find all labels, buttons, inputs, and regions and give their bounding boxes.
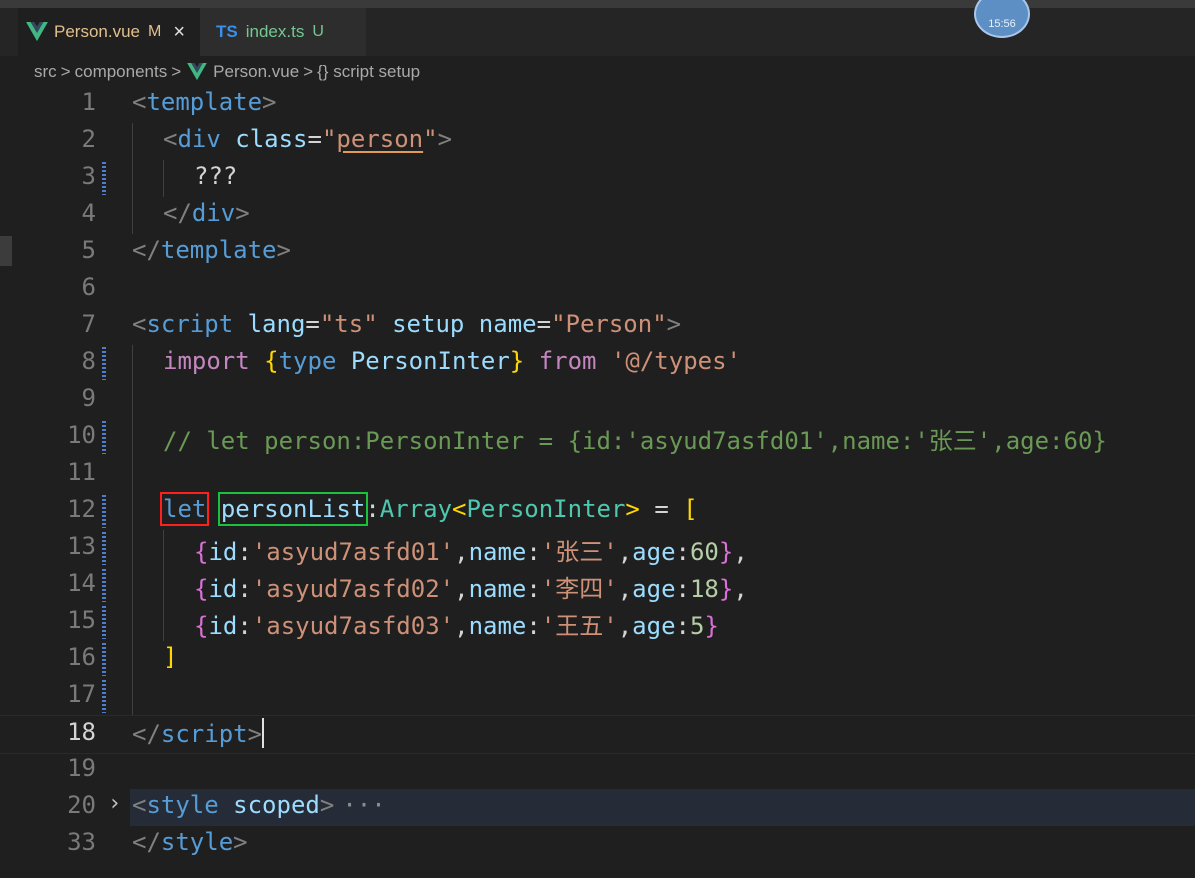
modified-line-indicator xyxy=(102,643,106,676)
line-number: 17 xyxy=(67,680,96,708)
line-number: 8 xyxy=(81,347,96,375)
line-number: 16 xyxy=(67,643,96,671)
line-code: let personList:Array<PersonInter> = [ xyxy=(159,492,698,526)
code-line: 4 </div> xyxy=(0,197,1195,234)
code-line: 7 <script lang="ts" setup name="Person"> xyxy=(0,308,1195,345)
code-line: 16 ] xyxy=(0,641,1195,678)
tab-label: index.ts xyxy=(245,22,305,41)
code-line: 33 </style> xyxy=(0,826,1195,863)
modified-line-indicator xyxy=(102,421,106,454)
line-number: 13 xyxy=(67,532,96,560)
tab-label: Person.vue xyxy=(54,22,140,41)
line-code: </div> xyxy=(163,199,250,227)
modified-line-indicator xyxy=(102,162,106,195)
code-line: 1 <template> xyxy=(0,86,1195,123)
chevron-right-icon: > xyxy=(60,62,71,81)
breadcrumb-symbol[interactable]: {} script setup xyxy=(317,62,420,82)
class-value: person xyxy=(336,125,424,153)
line-number: 20 xyxy=(67,791,96,819)
breadcrumb-file[interactable]: Person.vue xyxy=(213,62,299,82)
line-code: <div class="person"> xyxy=(163,125,453,153)
line-number: 18 xyxy=(67,718,96,746)
untracked-badge: U xyxy=(312,23,324,40)
line-number: 12 xyxy=(67,495,96,523)
clock-text: 15:56 xyxy=(988,18,1016,30)
code-line: 9 xyxy=(0,382,1195,419)
let-keyword-highlight: let xyxy=(159,492,210,526)
line-code: ] xyxy=(163,643,178,671)
clock-bubble: 15:56 xyxy=(974,0,1030,38)
modified-line-indicator xyxy=(102,680,106,713)
code-line: 14 {id:'asyud7asfd02',name:'李四',age:18}, xyxy=(0,567,1195,604)
line-code: {id:'asyud7asfd02',name:'李四',age:18}, xyxy=(194,575,748,603)
breadcrumb-src[interactable]: src xyxy=(34,62,57,82)
chevron-right-icon[interactable]: › xyxy=(108,791,121,816)
line-number: 33 xyxy=(67,828,96,856)
modified-line-indicator xyxy=(102,532,106,565)
line-number: 10 xyxy=(67,421,96,449)
code-line: 6 xyxy=(0,271,1195,308)
line-number: 9 xyxy=(81,384,96,412)
line-number: 19 xyxy=(67,754,96,782)
line-number: 3 xyxy=(81,162,96,190)
code-line: 17 xyxy=(0,678,1195,715)
line-code: <template> xyxy=(132,88,277,116)
line-code: ??? xyxy=(194,162,238,190)
line-number: 1 xyxy=(81,88,96,116)
code-line: 2 <div class="person"> xyxy=(0,123,1195,160)
line-number: 2 xyxy=(81,125,96,153)
tab-person-vue[interactable]: Person.vue M × xyxy=(18,8,200,56)
text-cursor xyxy=(262,718,265,748)
modified-line-indicator xyxy=(102,347,106,380)
personlist-highlight: personList xyxy=(217,492,369,526)
tab-index-ts[interactable]: TS index.ts U xyxy=(200,8,366,56)
line-code: {id:'asyud7asfd01',name:'张三',age:60}, xyxy=(194,538,748,566)
line-number: 5 xyxy=(81,236,96,264)
close-icon[interactable]: × xyxy=(173,21,185,44)
line-code: import {type PersonInter} from '@/types' xyxy=(163,347,741,375)
line-code: // let person:PersonInter = {id:'asyud7a… xyxy=(163,427,1107,455)
code-line-folded: 20 › <style scoped> ··· xyxy=(0,789,1195,826)
code-line: 5 </template> xyxy=(0,234,1195,271)
code-line: 12 let personList:Array<PersonInter> = [ xyxy=(0,492,1195,530)
code-line: 15 {id:'asyud7asfd03',name:'王五',age:5} xyxy=(0,604,1195,641)
line-code: {id:'asyud7asfd03',name:'王五',age:5} xyxy=(194,612,719,640)
line-number: 7 xyxy=(81,310,96,338)
code-line: 10 // let person:PersonInter = {id:'asyu… xyxy=(0,419,1195,456)
line-number: 4 xyxy=(81,199,96,227)
line-number: 15 xyxy=(67,606,96,634)
editor-tab-bar: Person.vue M × TS index.ts U 15:56 xyxy=(0,0,1195,56)
code-line: 13 {id:'asyud7asfd01',name:'张三',age:60}, xyxy=(0,530,1195,567)
line-number: 11 xyxy=(67,458,96,486)
current-code-line: 18 </script> xyxy=(0,715,1195,754)
typescript-icon: TS xyxy=(216,22,238,41)
vue-logo-icon xyxy=(26,22,48,42)
chevron-right-icon: > xyxy=(303,62,314,81)
breadcrumb: src > components > Person.vue > {} scrip… xyxy=(0,56,1195,88)
code-editor[interactable]: 1 <template> 2 <div class="person"> 3 ??… xyxy=(0,86,1195,878)
code-line: 19 xyxy=(0,752,1195,789)
vue-logo-icon xyxy=(187,63,207,81)
line-code: </template> xyxy=(132,236,291,264)
modified-line-indicator xyxy=(102,606,106,639)
code-line: 8 import {type PersonInter} from '@/type… xyxy=(0,345,1195,382)
line-code: </style> xyxy=(132,828,248,856)
modified-badge: M xyxy=(148,23,162,40)
line-number: 14 xyxy=(67,569,96,597)
line-code: </script> xyxy=(132,718,265,748)
chevron-right-icon: > xyxy=(171,62,182,81)
line-code: <style scoped> ··· xyxy=(132,791,386,819)
line-code: <script lang="ts" setup name="Person"> xyxy=(132,310,682,338)
line-number: 6 xyxy=(81,273,96,301)
fold-ellipsis[interactable]: ··· xyxy=(342,791,385,819)
modified-line-indicator xyxy=(102,495,106,528)
breadcrumb-components[interactable]: components xyxy=(75,62,168,82)
code-line: 11 xyxy=(0,456,1195,493)
modified-line-indicator xyxy=(102,569,106,602)
code-line: 3 ??? xyxy=(0,160,1195,197)
